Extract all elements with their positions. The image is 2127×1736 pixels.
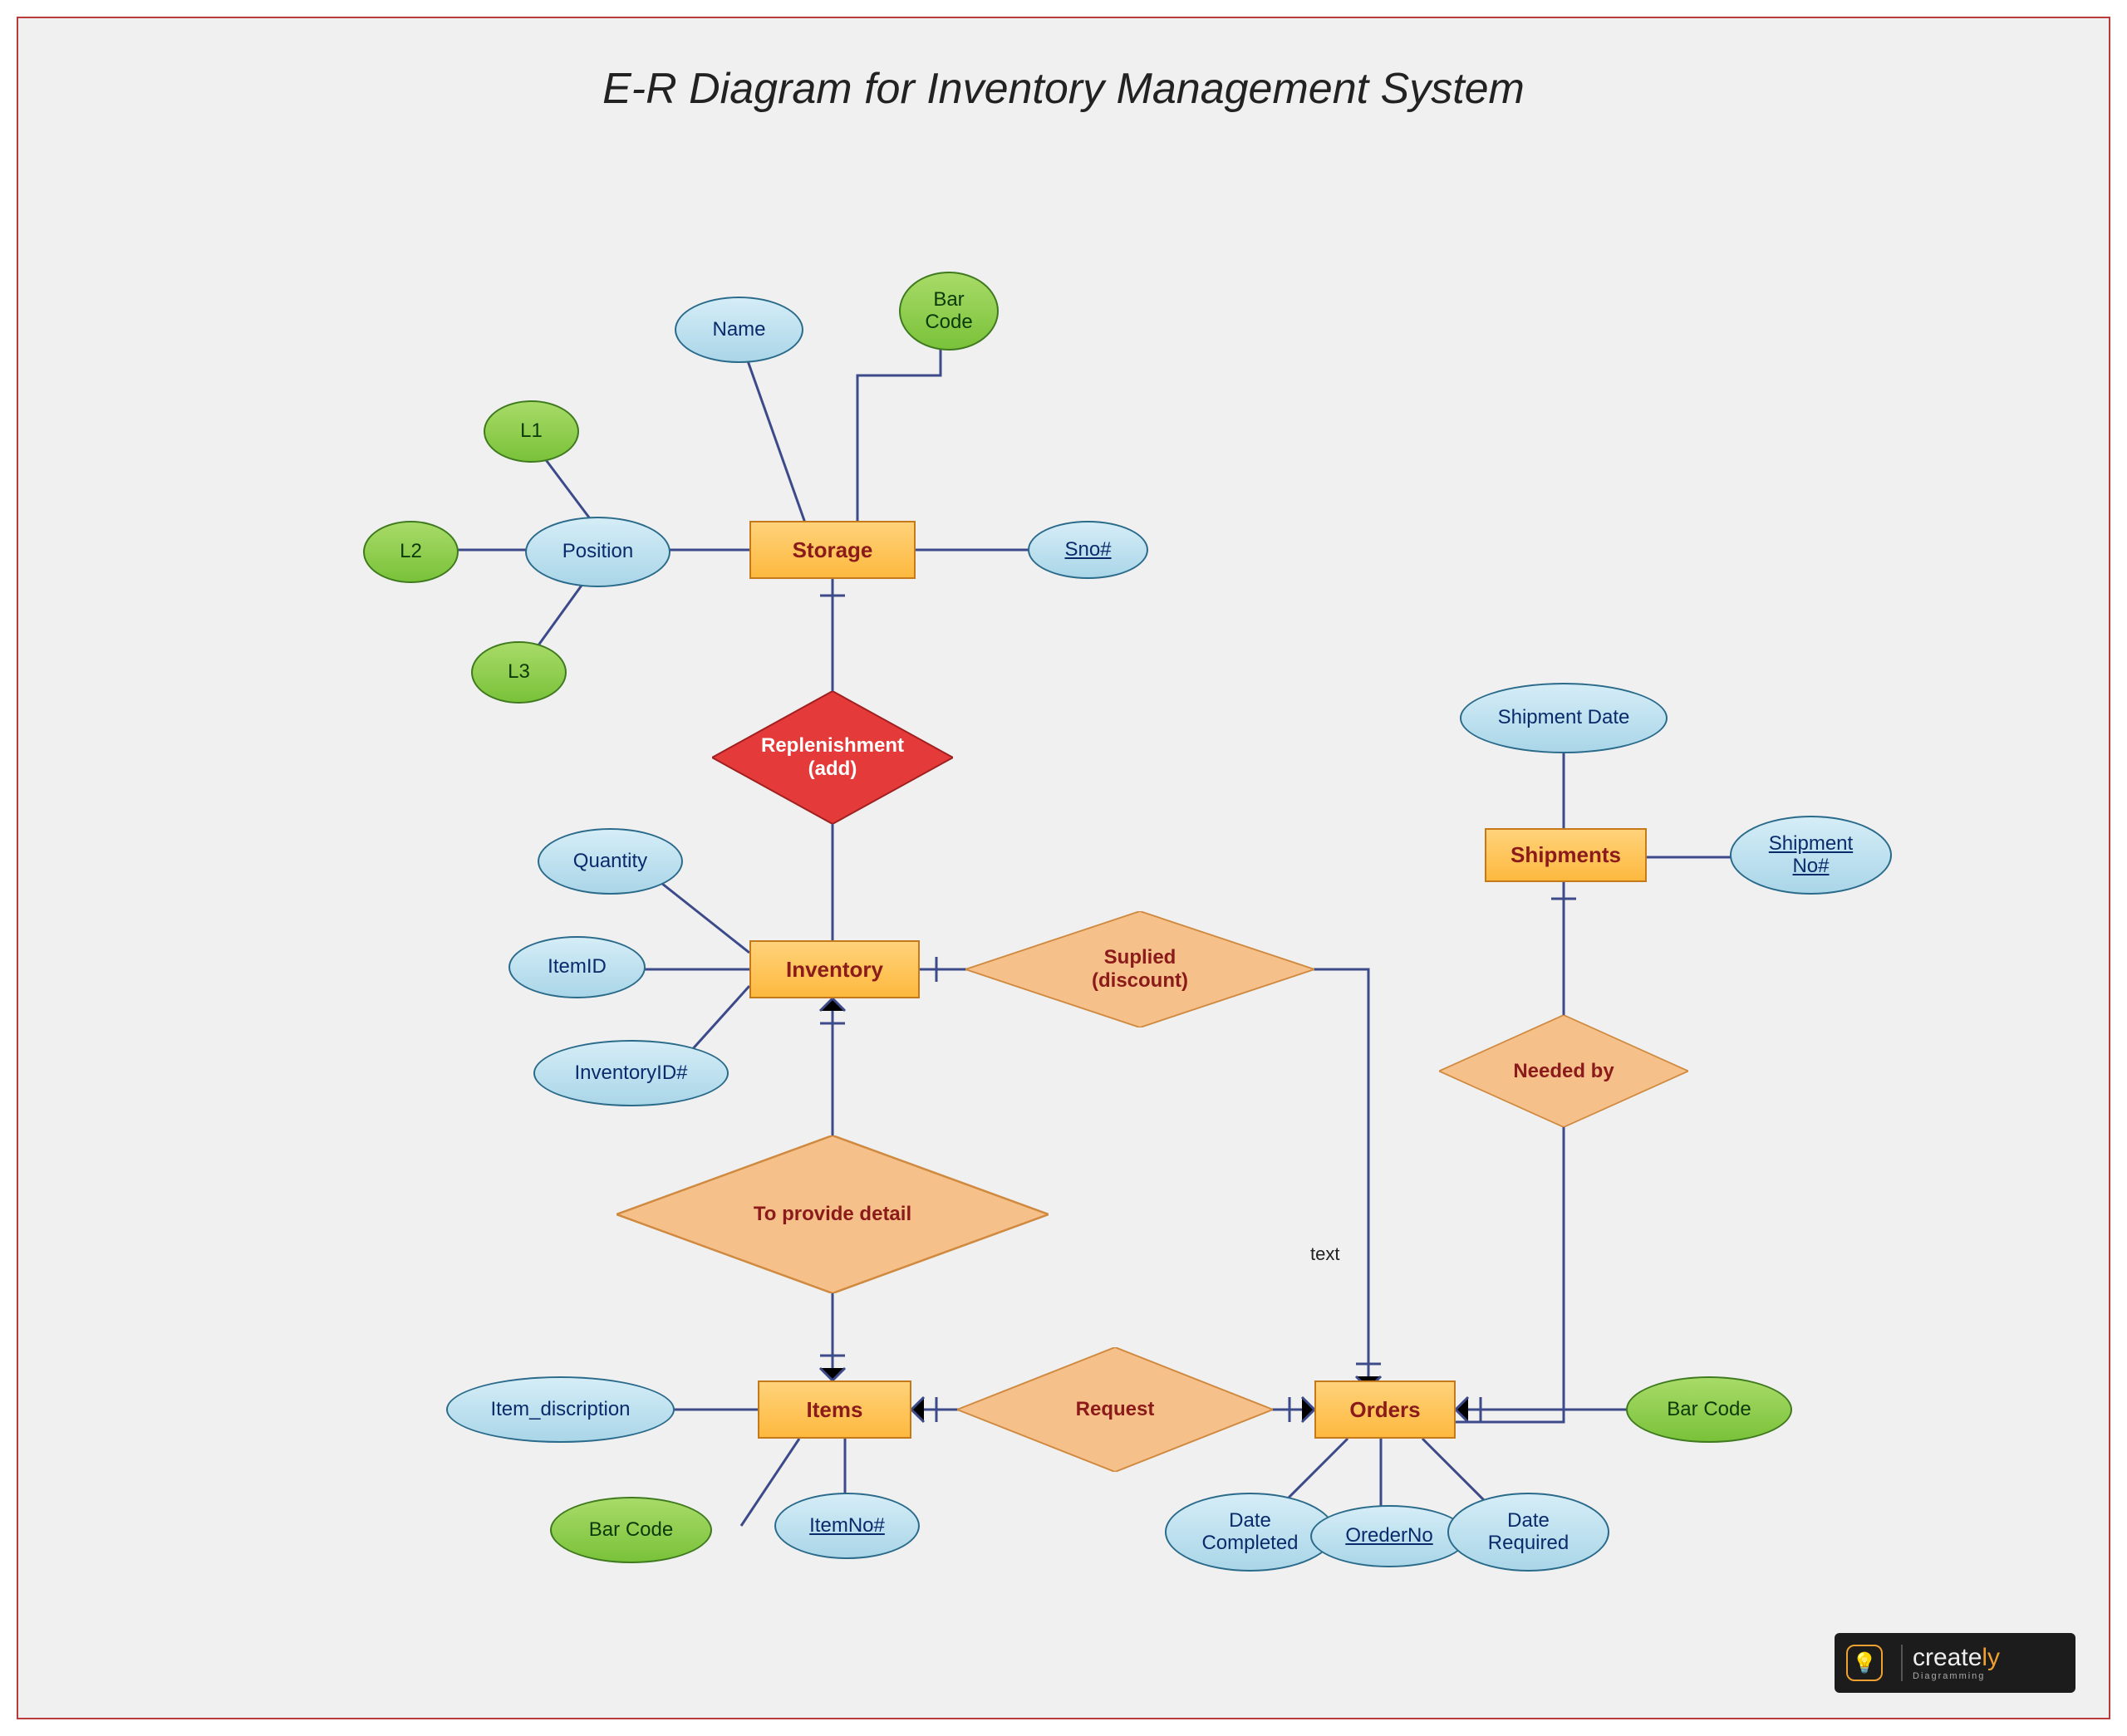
lightbulb-icon: 💡 [1846, 1645, 1883, 1681]
edge-label-text: text [1310, 1243, 1339, 1265]
attr-orderno-label: OrederNo [1345, 1525, 1432, 1547]
attr-l3: L3 [471, 641, 567, 704]
attr-shipment-no-label: Shipment No# [1769, 833, 1853, 877]
rel-supplied: Suplied (discount) [965, 911, 1314, 1027]
attr-date-required: Date Required [1447, 1493, 1609, 1572]
attr-itemid: ItemID [508, 936, 646, 998]
attr-barcode-items: Bar Code [550, 1497, 712, 1563]
attr-itemno-label: ItemNo# [809, 1515, 885, 1537]
attr-sno-label: Sno# [1064, 539, 1111, 561]
rel-request-label: Request [957, 1347, 1273, 1472]
attr-l2: L2 [363, 521, 459, 583]
brand-suffix: ly [1982, 1644, 2000, 1671]
attr-shipment-no: Shipment No# [1730, 816, 1892, 895]
entity-orders: Orders [1314, 1380, 1456, 1439]
attr-item-description: Item_discription [446, 1376, 675, 1443]
rel-request: Request [957, 1347, 1273, 1472]
brand-subtitle: Diagramming [1913, 1672, 2000, 1681]
attr-l1: L1 [484, 400, 579, 463]
entity-inventory: Inventory [749, 940, 920, 998]
attr-date-completed: Date Completed [1165, 1493, 1335, 1572]
attr-barcode-orders: Bar Code [1626, 1376, 1792, 1443]
attr-orderno: OrederNo [1310, 1505, 1468, 1567]
attr-shipment-date: Shipment Date [1460, 683, 1668, 753]
entity-items: Items [758, 1380, 911, 1439]
rel-needed-by-label: Needed by [1439, 1015, 1688, 1127]
attr-position: Position [525, 517, 671, 587]
entity-orders-label: Orders [1349, 1397, 1420, 1423]
rel-replenishment: Replenishment (add) [712, 691, 953, 824]
rel-to-provide-detail: To provide detail [616, 1135, 1049, 1293]
entity-inventory-label: Inventory [786, 957, 883, 983]
attr-quantity: Quantity [538, 828, 683, 895]
rel-to-provide-detail-label: To provide detail [616, 1135, 1049, 1293]
entity-storage-label: Storage [793, 537, 873, 563]
entity-storage: Storage [749, 521, 916, 579]
logo-divider [1901, 1645, 1903, 1681]
attr-name: Name [675, 297, 803, 363]
entity-items-label: Items [807, 1397, 863, 1423]
attr-sno: Sno# [1028, 521, 1148, 579]
attr-itemno: ItemNo# [774, 1493, 920, 1559]
entity-shipments: Shipments [1485, 828, 1647, 882]
attr-barcode-storage: Bar Code [899, 272, 999, 351]
creately-logo: 💡 creately Diagramming [1835, 1633, 2075, 1693]
rel-needed-by: Needed by [1439, 1015, 1688, 1127]
brand-name: create [1913, 1644, 1982, 1671]
logo-brand: creately Diagramming [1913, 1645, 2000, 1681]
rel-supplied-label: Suplied (discount) [965, 911, 1314, 1027]
attr-inventoryid: InventoryID# [533, 1040, 729, 1106]
entity-shipments-label: Shipments [1511, 842, 1621, 868]
rel-replenishment-label: Replenishment (add) [712, 691, 953, 824]
